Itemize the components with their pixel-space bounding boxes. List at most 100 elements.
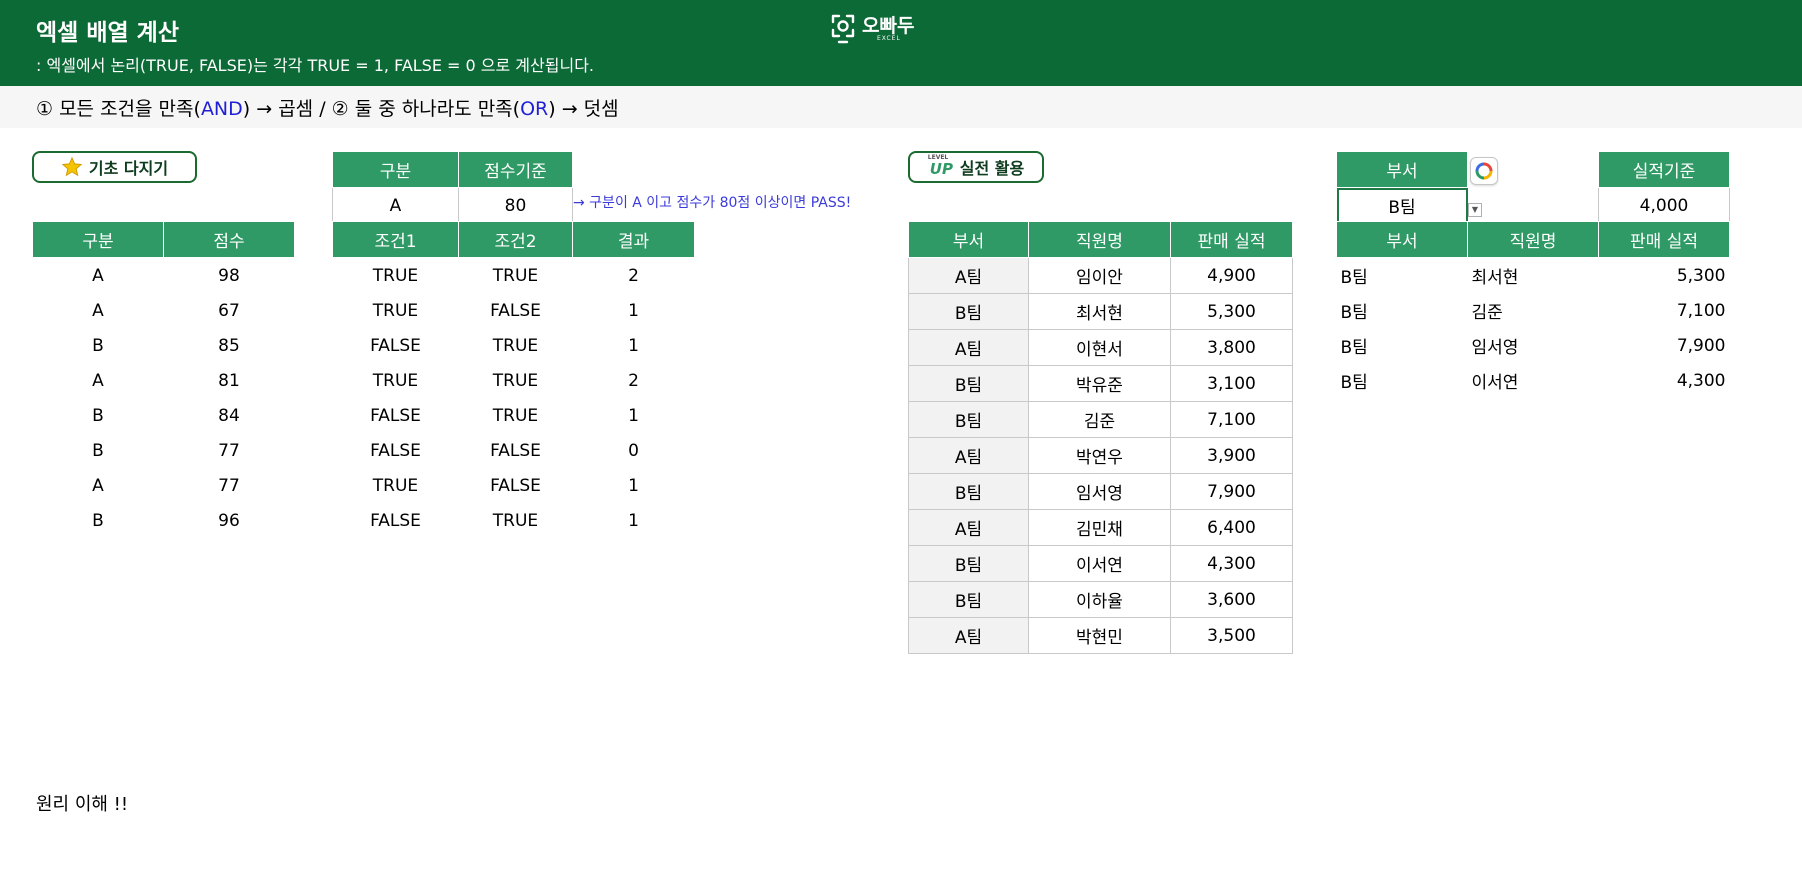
- category-cell[interactable]: B: [33, 398, 164, 433]
- sales-cell[interactable]: 4,300: [1599, 363, 1730, 398]
- condition2-cell[interactable]: TRUE: [459, 398, 573, 433]
- employee-cell[interactable]: 최서현: [1028, 293, 1171, 330]
- table-row: A 81: [33, 363, 295, 398]
- category-cell[interactable]: B: [33, 433, 164, 468]
- employee-cell[interactable]: 김민채: [1028, 509, 1171, 546]
- department-cell[interactable]: B팀: [908, 365, 1029, 402]
- employee-cell[interactable]: 박유준: [1028, 365, 1171, 402]
- sales-cell[interactable]: 7,900: [1599, 328, 1730, 363]
- sales-cell[interactable]: 7,100: [1599, 293, 1730, 328]
- col-header-sales: 판매 실적: [1170, 221, 1293, 258]
- employee-cell[interactable]: 김준: [1028, 401, 1171, 438]
- sales-cell[interactable]: 3,100: [1170, 365, 1293, 402]
- employee-cell[interactable]: 이하율: [1028, 581, 1171, 618]
- performance-threshold-cell[interactable]: 4,000: [1598, 187, 1730, 224]
- condition2-cell[interactable]: TRUE: [459, 503, 573, 538]
- condition1-cell[interactable]: TRUE: [333, 468, 459, 503]
- condition1-cell[interactable]: TRUE: [333, 293, 459, 328]
- department-cell[interactable]: B팀: [908, 473, 1029, 510]
- dropdown-arrow-icon[interactable]: ▼: [1468, 203, 1482, 217]
- category-cell[interactable]: A: [33, 258, 164, 294]
- sales-cell[interactable]: 4,300: [1170, 545, 1293, 582]
- department-cell[interactable]: B팀: [1337, 293, 1468, 328]
- copilot-icon[interactable]: [1470, 157, 1498, 185]
- employee-cell[interactable]: 최서현: [1468, 258, 1599, 294]
- department-cell[interactable]: A팀: [908, 617, 1029, 654]
- sales-cell[interactable]: 3,800: [1170, 329, 1293, 366]
- employee-cell[interactable]: 이서연: [1468, 363, 1599, 398]
- result-cell[interactable]: 0: [573, 433, 695, 468]
- sales-cell[interactable]: 7,900: [1170, 473, 1293, 510]
- score-cell[interactable]: 84: [164, 398, 295, 433]
- category-cell[interactable]: A: [33, 363, 164, 398]
- department-cell[interactable]: A팀: [908, 509, 1029, 546]
- condition2-cell[interactable]: TRUE: [459, 328, 573, 363]
- sales-cell[interactable]: 5,300: [1599, 258, 1730, 294]
- condition2-cell[interactable]: FALSE: [459, 433, 573, 468]
- employee-cell[interactable]: 김준: [1468, 293, 1599, 328]
- score-cell[interactable]: 77: [164, 433, 295, 468]
- basic-badge-label: 기초 다지기: [88, 159, 169, 178]
- sales-cell[interactable]: 7,100: [1170, 401, 1293, 438]
- sales-cell[interactable]: 5,300: [1170, 293, 1293, 330]
- score-cell[interactable]: 98: [164, 258, 295, 294]
- score-cell[interactable]: 85: [164, 328, 295, 363]
- result-cell[interactable]: 1: [573, 293, 695, 328]
- employee-cell[interactable]: 이현서: [1028, 329, 1171, 366]
- category-cell[interactable]: B: [33, 328, 164, 363]
- department-cell[interactable]: A팀: [908, 437, 1029, 474]
- condition1-cell[interactable]: TRUE: [333, 258, 459, 294]
- score-cell[interactable]: 96: [164, 503, 295, 538]
- table-row: A 98: [33, 258, 295, 294]
- sales-cell[interactable]: 3,900: [1170, 437, 1293, 474]
- score-cell[interactable]: 77: [164, 468, 295, 503]
- condition1-cell[interactable]: FALSE: [333, 328, 459, 363]
- condition1-cell[interactable]: FALSE: [333, 503, 459, 538]
- score-cell[interactable]: 81: [164, 363, 295, 398]
- condition1-cell[interactable]: FALSE: [333, 433, 459, 468]
- condition1-cell[interactable]: TRUE: [333, 363, 459, 398]
- result-cell[interactable]: 1: [573, 328, 695, 363]
- department-select-cell[interactable]: B팀: [1336, 187, 1468, 223]
- condition2-cell[interactable]: TRUE: [459, 258, 573, 294]
- category-cell[interactable]: B: [33, 503, 164, 538]
- department-cell[interactable]: B팀: [1337, 363, 1468, 398]
- score-cell[interactable]: 67: [164, 293, 295, 328]
- table-row: B팀 김준 7,100: [1337, 293, 1730, 328]
- department-cell[interactable]: A팀: [908, 257, 1029, 294]
- result-cell[interactable]: 1: [573, 468, 695, 503]
- sales-cell[interactable]: 3,500: [1170, 617, 1293, 654]
- sales-cell[interactable]: 3,600: [1170, 581, 1293, 618]
- condition1-cell[interactable]: FALSE: [333, 398, 459, 433]
- department-cell[interactable]: B팀: [1337, 328, 1468, 363]
- criteria-header-category: 구분: [332, 151, 459, 188]
- result-cell[interactable]: 2: [573, 363, 695, 398]
- employee-cell[interactable]: 박현민: [1028, 617, 1171, 654]
- category-cell[interactable]: A: [33, 468, 164, 503]
- sales-cell[interactable]: 6,400: [1170, 509, 1293, 546]
- department-cell[interactable]: B팀: [1337, 258, 1468, 294]
- condition2-cell[interactable]: FALSE: [459, 468, 573, 503]
- employee-cell[interactable]: 박연우: [1028, 437, 1171, 474]
- employee-cell[interactable]: 이서연: [1028, 545, 1171, 582]
- department-cell[interactable]: B팀: [908, 581, 1029, 618]
- employee-cell[interactable]: 임이안: [1028, 257, 1171, 294]
- sales-cell[interactable]: 4,900: [1170, 257, 1293, 294]
- table-row: TRUE TRUE 2: [333, 363, 695, 398]
- criteria-category-cell[interactable]: A: [332, 187, 459, 224]
- condition2-cell[interactable]: TRUE: [459, 363, 573, 398]
- result-cell[interactable]: 1: [573, 398, 695, 433]
- department-cell[interactable]: B팀: [908, 293, 1029, 330]
- department-cell[interactable]: B팀: [908, 401, 1029, 438]
- result-cell[interactable]: 2: [573, 258, 695, 294]
- department-cell[interactable]: B팀: [908, 545, 1029, 582]
- table-row: A 67: [33, 293, 295, 328]
- employee-cell[interactable]: 임서영: [1468, 328, 1599, 363]
- result-cell[interactable]: 1: [573, 503, 695, 538]
- department-cell[interactable]: A팀: [908, 329, 1029, 366]
- employee-cell[interactable]: 임서영: [1028, 473, 1171, 510]
- category-cell[interactable]: A: [33, 293, 164, 328]
- table-row: B 84: [33, 398, 295, 433]
- criteria-threshold-cell[interactable]: 80: [458, 187, 573, 224]
- condition2-cell[interactable]: FALSE: [459, 293, 573, 328]
